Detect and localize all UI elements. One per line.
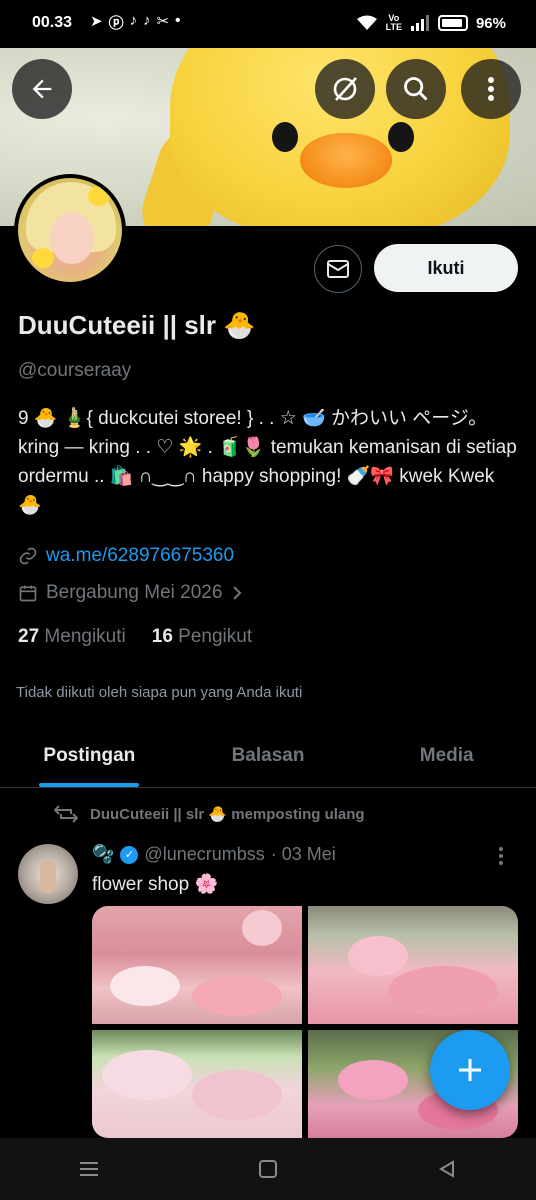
post-author-handle[interactable]: @lunecrumbss [144,844,264,865]
following-stat[interactable]: 27 Mengikuti [18,626,126,648]
profile-link[interactable]: wa.me/628976675360 [46,545,234,567]
more-vertical-icon [499,847,503,865]
post-image-flower-shop[interactable] [92,906,302,1024]
chevron-right-icon [233,586,242,600]
tab-media[interactable]: Media [357,724,536,787]
repost-icon [54,805,78,823]
not-followed-note: Tidak diikuti oleh siapa pun yang Anda i… [16,684,303,701]
post-author-prefix[interactable]: 🫧 [92,844,114,865]
profile-link-row: wa.me/628976675360 [18,545,234,567]
avatar-duck [32,248,54,268]
battery-percent: 96% [475,14,506,32]
followers-stat[interactable]: 16 Pengikut [152,626,252,648]
profile-handle: @courseraay [18,360,132,381]
menu-lines-icon [80,1162,99,1176]
tiktok-icon: ♪ [143,12,151,29]
flower-blob [110,966,180,1006]
following-label: Mengikuti [44,626,126,647]
calendar-icon [19,585,37,602]
flower-blob [338,1060,408,1100]
back-button[interactable] [12,59,72,119]
flower-blob [192,1070,282,1120]
flower-blob [102,1050,192,1100]
flower-blob [348,936,408,976]
more-vertical-icon [488,77,494,101]
avatar-image [18,178,122,282]
tab-posts[interactable]: Postingan [0,724,179,787]
plus-icon [459,1059,481,1081]
profile-display-name: DuuCuteeii || slr 🐣 [18,310,256,340]
avatar-hand [40,860,56,894]
search-icon [404,77,428,101]
status-right: Vo LTE 96% [356,14,506,32]
post-date[interactable]: · 03 Mei [271,844,336,865]
message-button[interactable] [314,245,362,293]
grok-button[interactable] [315,59,375,119]
post-image-tulips[interactable] [308,906,518,1024]
compose-button[interactable] [430,1030,510,1110]
repost-indicator: DuuCuteeii || slr 🐣 memposting ulang [54,804,365,824]
profile-bio: 9 🐣 🎍{ duckcutei storee! } . . ☆ 🥣 かわいい … [18,408,517,516]
status-time: 00.33 [32,14,73,31]
back-nav-button[interactable] [417,1149,477,1189]
battery-icon [437,15,468,31]
banner-duck-eye [388,122,414,152]
volte-bottom: LTE [385,22,402,32]
mail-icon [327,260,349,278]
recents-button[interactable] [59,1149,119,1189]
back-arrow-icon [32,79,52,99]
signal-icon [410,15,429,31]
post-text: flower shop 🌸 [92,874,219,895]
profile-avatar[interactable] [14,174,126,286]
banner-duck-beak [300,133,392,188]
notification-icons: ➤ ⓟ ♪ ♪ ✂ • [90,12,180,33]
square-icon [258,1160,277,1178]
pinterest-icon: ⓟ [108,15,124,32]
flower-blob [242,910,282,946]
volte-indicator: Vo LTE [386,14,402,32]
joined-date: Bergabung Mei 2026 [46,582,223,603]
ban-icon [333,77,357,101]
flower-blob [192,976,282,1016]
tiktok-icon: ♪ [129,12,138,29]
more-options-button[interactable] [461,59,521,119]
home-button[interactable] [238,1149,298,1189]
post-author-avatar[interactable] [18,844,78,904]
search-button[interactable] [386,59,446,119]
system-nav-bar [0,1138,536,1200]
avatar-duck [88,186,110,206]
profile-tabs: Postingan Balasan Media [0,724,536,788]
avatar-face [50,212,94,264]
followers-label: Pengikut [178,626,253,647]
post-more-button[interactable] [498,846,504,866]
telegram-icon: ➤ [90,13,103,30]
tab-replies[interactable]: Balasan [179,724,358,787]
verified-badge-icon: ✓ [120,845,139,864]
link-icon [19,547,37,565]
flower-blob [388,966,498,1016]
status-bar: 00.33 ➤ ⓟ ♪ ♪ ✂ • Vo LTE 96% [0,0,536,48]
joined-row[interactable]: Bergabung Mei 2026 [18,582,244,604]
triangle-back-icon [438,1160,454,1178]
repost-text[interactable]: DuuCuteeii || slr 🐣 memposting ulang [90,805,365,823]
capcut-icon: ✂ [156,13,170,30]
follow-button[interactable]: Ikuti [374,244,518,292]
dot-icon: • [175,12,181,29]
wifi-icon [356,15,377,30]
follow-stats: 27 Mengikuti 16 Pengikut [18,626,252,648]
banner-duck-eye [272,122,298,152]
following-count: 27 [18,626,40,647]
post-header: 🫧 ✓ @lunecrumbss · 03 Mei [92,844,336,865]
post-image-peonies[interactable] [92,1030,302,1138]
followers-count: 16 [151,626,173,647]
